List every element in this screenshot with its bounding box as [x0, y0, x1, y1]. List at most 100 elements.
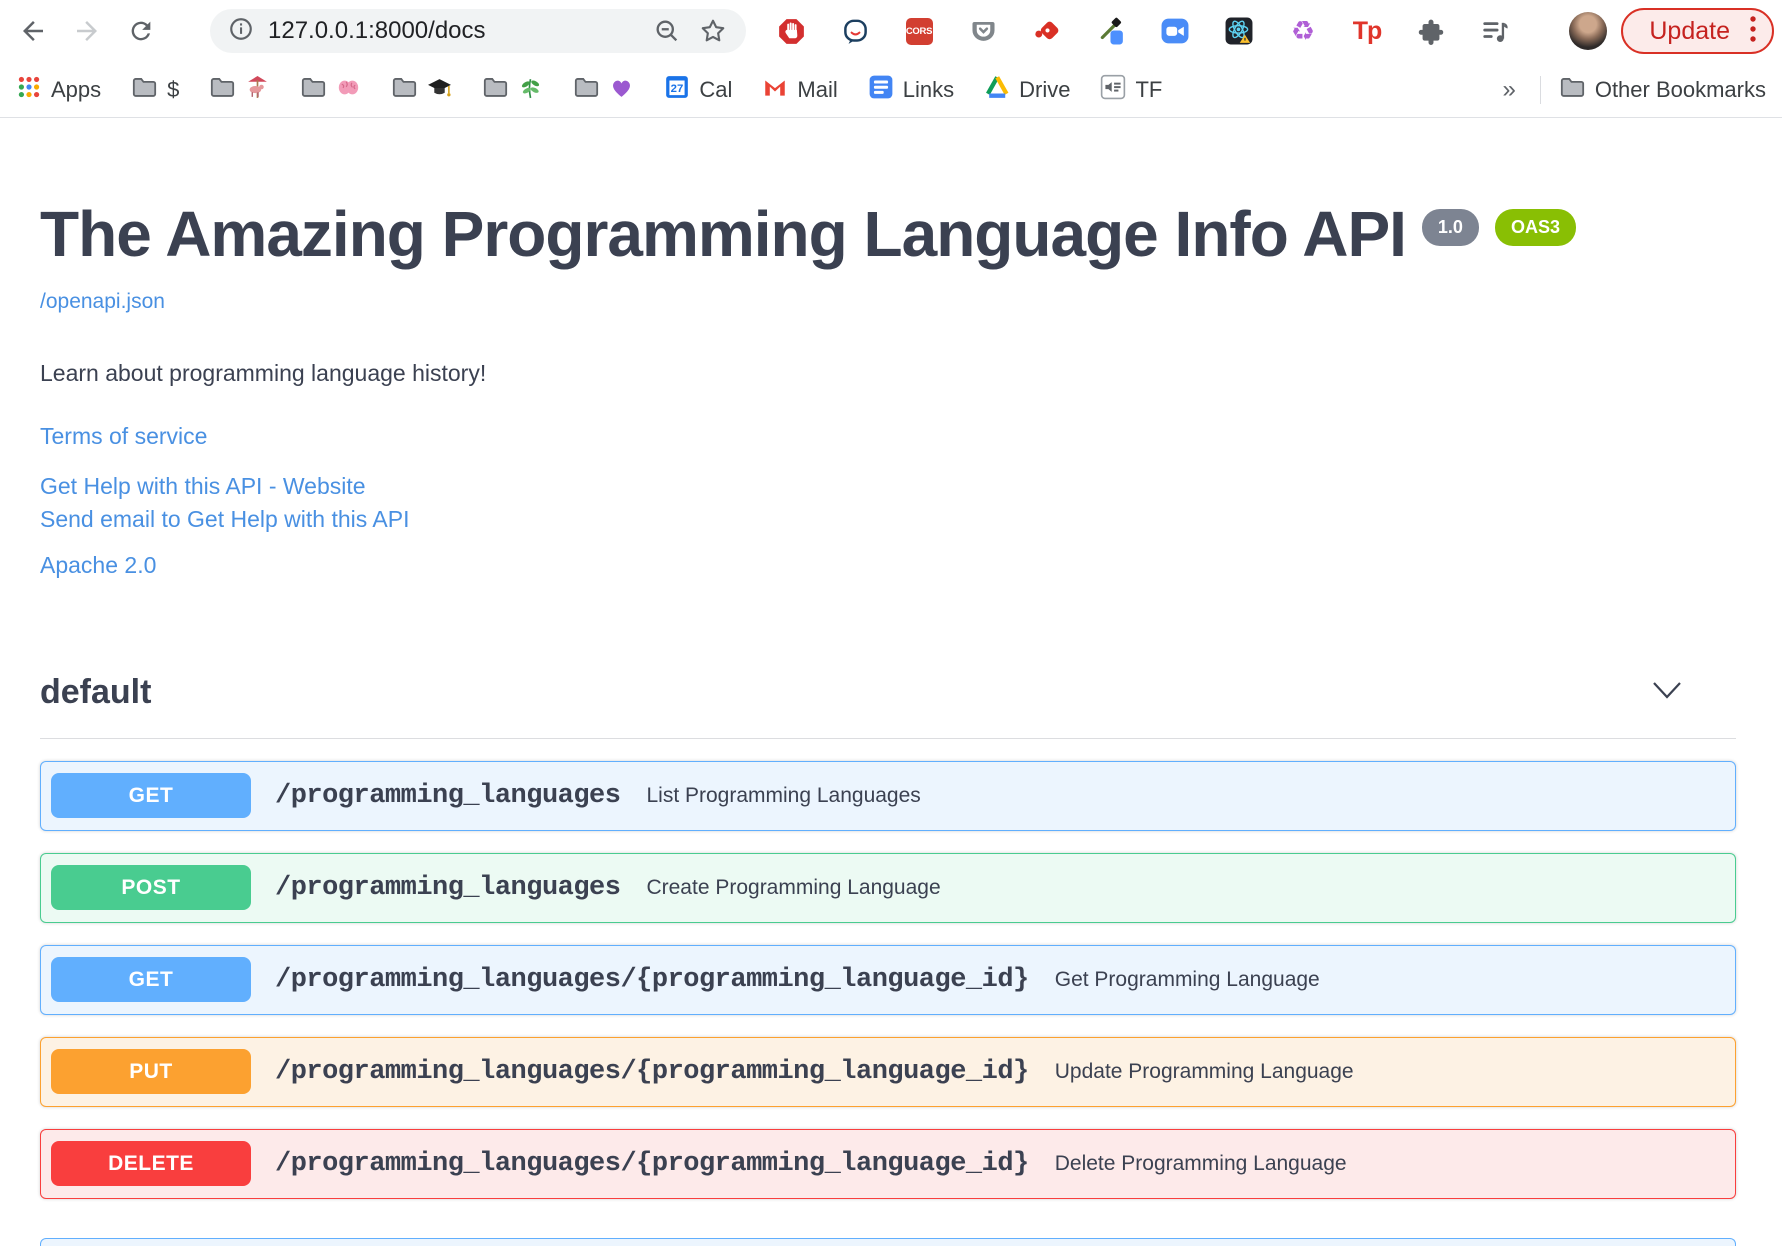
browser-toolbar: 127.0.0.1:8000/docs CORS ♻ Tp Update: [0, 0, 1782, 62]
back-icon[interactable]: [18, 16, 48, 46]
method-badge: GET: [51, 773, 251, 818]
zoom-meetings-icon[interactable]: [1161, 17, 1189, 45]
bookmark-apps-label: Apps: [51, 76, 102, 102]
music-queue-icon[interactable]: [1481, 17, 1509, 45]
herb-icon: [518, 75, 543, 105]
operation-summary: Update Programming Language: [1054, 1059, 1354, 1083]
operation-summary: Create Programming Language: [646, 875, 941, 899]
operation-summary: Get Programming Language: [1054, 967, 1320, 991]
bookmark-folder-carousel[interactable]: [209, 74, 270, 106]
website-help-link[interactable]: Get Help with this API - Website: [40, 470, 366, 503]
bookmark-dollar-label: $: [167, 76, 180, 102]
terms-of-service-link[interactable]: Terms of service: [40, 423, 207, 450]
operation-path: /programming_languages/{programming_lang…: [275, 964, 1029, 995]
links-list-icon: [868, 74, 894, 105]
operation-row-post-create[interactable]: POST /programming_languages Create Progr…: [40, 852, 1736, 923]
page-info-icon[interactable]: [228, 16, 254, 47]
bookmark-mail-label: Mail: [797, 76, 838, 102]
extensions-puzzle-icon[interactable]: [1417, 17, 1445, 45]
graduation-cap-icon: [427, 75, 452, 105]
bookmark-links-label: Links: [902, 76, 955, 102]
cors-label: CORS: [905, 17, 933, 45]
default-section-header[interactable]: default: [40, 673, 1736, 739]
default-tag-section: default GET /programming_languages List …: [40, 673, 1736, 1199]
api-description: Learn about programming language history…: [40, 360, 487, 387]
carousel-horse-icon: [245, 75, 270, 105]
gmail-icon: [762, 74, 788, 105]
section-title: default: [40, 672, 152, 711]
recycle-glyph: ♻: [1290, 15, 1316, 46]
purple-heart-icon: [609, 75, 634, 105]
profile-avatar[interactable]: [1569, 12, 1608, 50]
license-link[interactable]: Apache 2.0: [40, 552, 156, 579]
operation-row-delete[interactable]: DELETE /programming_languages/{programmi…: [40, 1128, 1736, 1199]
bookmark-apps[interactable]: Apps: [16, 74, 101, 105]
other-bookmarks[interactable]: Other Bookmarks: [1559, 74, 1766, 106]
openapi-json-link[interactable]: /openapi.json: [40, 290, 165, 314]
zoom-out-icon[interactable]: [652, 16, 682, 46]
folder-icon: [482, 74, 509, 106]
redirect-tool-icon[interactable]: [1033, 17, 1061, 45]
operation-path: /programming_languages: [275, 872, 621, 903]
bookmark-star-icon[interactable]: [698, 16, 728, 46]
chat-assistant-icon[interactable]: [841, 17, 869, 45]
oas3-badge: OAS3: [1494, 209, 1576, 246]
bookmark-drive-label: Drive: [1019, 76, 1071, 102]
color-eyedropper-icon[interactable]: [1097, 17, 1125, 45]
method-badge: PUT: [51, 1049, 251, 1094]
bookmark-tf-label: TF: [1135, 76, 1163, 102]
method-badge: GET: [51, 957, 251, 1002]
url-text[interactable]: 127.0.0.1:8000/docs: [268, 17, 486, 45]
operation-row-get-one[interactable]: GET /programming_languages/{programming_…: [40, 944, 1736, 1015]
operation-row-put-update[interactable]: PUT /programming_languages/{programming_…: [40, 1036, 1736, 1107]
bookmark-drive[interactable]: Drive: [984, 74, 1070, 105]
google-drive-icon: [984, 74, 1010, 105]
bookmark-folder-herb[interactable]: [482, 74, 543, 106]
pocket-icon[interactable]: [969, 17, 997, 45]
textplus-icon[interactable]: Tp: [1352, 16, 1383, 45]
method-badge: DELETE: [51, 1141, 251, 1186]
email-help-link[interactable]: Send email to Get Help with this API: [40, 503, 409, 536]
recycle-icon[interactable]: ♻: [1289, 17, 1317, 45]
bookmarks-bar: Apps $ 27 Cal Mail Links Drive TF » Othe…: [0, 62, 1782, 118]
tf-doc-icon: [1100, 74, 1126, 105]
bookmarks-overflow-icon[interactable]: »: [1496, 76, 1521, 104]
bookmark-mail[interactable]: Mail: [762, 74, 838, 105]
apps-grid-icon: [16, 74, 42, 105]
operation-path: /programming_languages/{programming_lang…: [275, 1148, 1029, 1179]
cors-unblock-icon[interactable]: CORS: [905, 17, 933, 45]
reload-icon[interactable]: [126, 16, 156, 46]
version-badge: 1.0: [1421, 209, 1479, 246]
page-title: The Amazing Programming Language Info AP…: [40, 198, 1407, 270]
update-button[interactable]: Update: [1621, 8, 1774, 54]
folder-icon: [131, 74, 158, 106]
operation-summary: Delete Programming Language: [1054, 1151, 1347, 1175]
bookmarks-divider: [1539, 75, 1541, 104]
bookmark-calendar[interactable]: 27 Cal: [664, 74, 732, 105]
operation-row-get-list[interactable]: GET /programming_languages List Programm…: [40, 760, 1736, 831]
operation-summary: List Programming Languages: [646, 783, 921, 807]
folder-icon: [209, 74, 236, 106]
google-calendar-icon: 27: [664, 74, 690, 105]
other-bookmarks-label: Other Bookmarks: [1594, 76, 1766, 102]
bookmark-links[interactable]: Links: [868, 74, 954, 105]
next-operation-row-partial[interactable]: [40, 1238, 1736, 1246]
bookmark-folder-heart[interactable]: [573, 74, 634, 106]
chevron-down-icon[interactable]: [1652, 681, 1682, 704]
operation-path: /programming_languages/{programming_lang…: [275, 1056, 1029, 1087]
kebab-menu-icon[interactable]: [1748, 13, 1758, 50]
textplus-label: Tp: [1352, 16, 1383, 45]
adblock-icon[interactable]: [777, 17, 805, 45]
url-bar[interactable]: 127.0.0.1:8000/docs: [210, 9, 746, 53]
calendar-date: 27: [671, 83, 684, 95]
forward-icon[interactable]: [72, 16, 102, 46]
bookmark-folder-dollar[interactable]: $: [131, 74, 179, 106]
swagger-docs: The Amazing Programming Language Info AP…: [0, 119, 1782, 1199]
update-label: Update: [1649, 16, 1730, 45]
operation-path: /programming_languages: [275, 780, 621, 811]
bookmark-folder-graduation[interactable]: [391, 74, 452, 106]
bookmark-tf[interactable]: TF: [1100, 74, 1162, 105]
folder-icon: [391, 74, 418, 106]
bookmark-folder-brain[interactable]: [300, 74, 361, 106]
react-devtools-icon[interactable]: [1225, 17, 1253, 45]
